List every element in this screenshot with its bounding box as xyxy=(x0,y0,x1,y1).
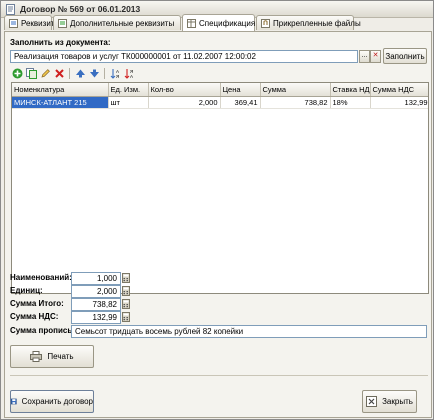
edit-row-button[interactable] xyxy=(39,67,51,79)
edit-icon xyxy=(41,68,50,77)
sum-in-words-field: Семьсот тридцать восемь рублей 82 копейк… xyxy=(71,325,427,338)
document-icon xyxy=(6,4,15,15)
sort-asc-icon: АЯ xyxy=(110,68,119,79)
close-icon xyxy=(366,396,378,407)
window-title: Договор № 569 от 06.01.2013 xyxy=(20,4,141,14)
toolbar-separator xyxy=(104,67,105,79)
save-contract-button[interactable]: Сохранить договор xyxy=(10,390,94,413)
toolbar-separator xyxy=(69,67,70,79)
calculator-icon[interactable] xyxy=(122,312,130,322)
items-count-field: 1,000 xyxy=(71,272,121,285)
extra-details-icon xyxy=(58,18,67,28)
tab-strip: Реквизиты Дополнительные реквизиты Специ… xyxy=(4,14,432,31)
save-contract-button-label: Сохранить договор xyxy=(21,397,93,406)
details-icon xyxy=(9,18,18,28)
tab-details[interactable]: Реквизиты xyxy=(4,15,60,30)
column-header-sum[interactable]: Сумма xyxy=(260,83,331,97)
footer-divider xyxy=(10,375,428,376)
table-header: Номенклатура Ед. Изм. Кол-во Цена Сумма … xyxy=(12,83,428,97)
fill-button[interactable]: Заполнить xyxy=(383,48,427,64)
svg-text:Я: Я xyxy=(116,74,119,79)
units-count-field: 2,000 xyxy=(71,285,121,298)
column-header-item[interactable]: Номенклатура xyxy=(12,83,109,97)
copy-icon xyxy=(25,67,37,79)
tab-specification[interactable]: Спецификация xyxy=(182,14,255,31)
total-sum-label: Сумма Итого: xyxy=(10,299,64,308)
column-header-unit[interactable]: Ед. Изм. xyxy=(108,83,149,97)
move-down-button[interactable] xyxy=(88,67,100,79)
sort-ascending-button[interactable]: АЯ xyxy=(109,67,121,79)
printer-icon xyxy=(30,351,43,362)
add-icon xyxy=(12,68,22,78)
column-header-quantity[interactable]: Кол-во xyxy=(148,83,221,97)
calculator-icon[interactable] xyxy=(122,286,130,296)
column-header-vat-sum[interactable]: Сумма НДС xyxy=(370,83,428,97)
attachment-icon xyxy=(261,18,270,28)
print-button[interactable]: Печать xyxy=(10,345,94,368)
close-button[interactable]: Закрыть xyxy=(362,390,417,413)
fill-from-document-label: Заполнить из документа: xyxy=(10,38,111,47)
tab-attached-files-label: Прикрепленные файлы xyxy=(273,18,361,28)
tab-extra-details-label: Дополнительные реквизиты xyxy=(70,18,175,28)
contract-window: Договор № 569 от 06.01.2013 Реквизиты До… xyxy=(0,0,434,420)
clear-document-button[interactable]: ✕ xyxy=(370,50,381,63)
cell-item[interactable]: МИНСК-АТЛАНТ 215 xyxy=(12,96,109,109)
tab-extra-details[interactable]: Дополнительные реквизиты xyxy=(53,15,181,30)
save-icon xyxy=(11,398,17,405)
copy-row-button[interactable] xyxy=(25,67,37,79)
delete-icon xyxy=(54,68,64,78)
svg-text:А: А xyxy=(130,74,133,79)
cell-vat-rate[interactable]: 18% xyxy=(330,96,371,109)
sort-desc-icon: ЯА xyxy=(124,68,133,79)
sort-descending-button[interactable]: ЯА xyxy=(123,67,135,79)
items-count-label: Наименований: xyxy=(10,273,72,282)
table-row[interactable]: МИНСК-АТЛАНТ 215 шт 2,000 369,41 738,82 … xyxy=(12,96,428,109)
fill-button-label: Заполнить xyxy=(385,51,425,61)
specification-table[interactable]: Номенклатура Ед. Изм. Кол-во Цена Сумма … xyxy=(11,82,429,294)
close-button-label: Закрыть xyxy=(382,397,413,406)
table-toolbar: АЯ ЯА xyxy=(11,66,135,80)
calculator-icon[interactable] xyxy=(122,299,130,309)
total-sum-field: 738,82 xyxy=(71,298,121,311)
select-document-button[interactable]: ... xyxy=(359,50,370,63)
vat-sum-field: 132,99 xyxy=(71,311,121,324)
spec-icon xyxy=(187,18,196,28)
tab-attached-files[interactable]: Прикрепленные файлы xyxy=(256,15,361,30)
cell-price[interactable]: 369,41 xyxy=(220,96,261,109)
units-count-label: Единиц: xyxy=(10,286,43,295)
cell-quantity[interactable]: 2,000 xyxy=(148,96,221,109)
print-button-label: Печать xyxy=(47,352,74,361)
column-header-vat-rate[interactable]: Ставка НДС xyxy=(330,83,371,97)
cell-vat-sum[interactable]: 132,99 xyxy=(370,96,428,109)
move-down-icon xyxy=(89,69,99,77)
add-row-button[interactable] xyxy=(11,67,23,79)
calculator-icon[interactable] xyxy=(122,273,130,283)
move-up-icon xyxy=(75,69,85,77)
delete-row-button[interactable] xyxy=(53,67,65,79)
column-header-price[interactable]: Цена xyxy=(220,83,261,97)
tab-specification-label: Спецификация xyxy=(199,18,256,28)
move-up-button[interactable] xyxy=(74,67,86,79)
vat-sum-label: Сумма НДС: xyxy=(10,312,59,321)
cell-sum[interactable]: 738,82 xyxy=(260,96,331,109)
cell-unit[interactable]: шт xyxy=(108,96,149,109)
specification-panel: Заполнить из документа: Реализация товар… xyxy=(4,31,432,418)
source-document-field[interactable]: Реализация товаров и услуг ТК000000001 о… xyxy=(10,50,358,63)
